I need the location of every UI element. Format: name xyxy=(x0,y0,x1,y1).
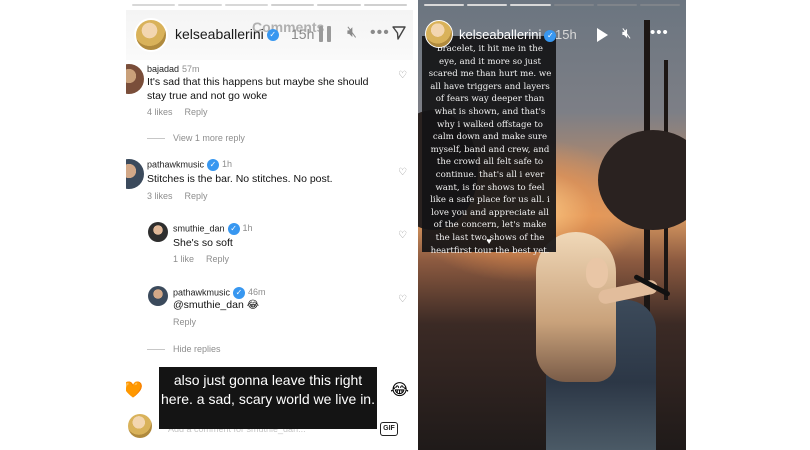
comment-item: bajadad 57m It's sad that this happens bu… xyxy=(126,60,413,150)
avatar xyxy=(128,414,152,438)
singer-face xyxy=(586,258,608,288)
left-story-panel: Comments kelseaballerini ✓ 15h 🔇︎ ••• baj… xyxy=(126,0,413,450)
view-replies-link[interactable]: View 1 more reply xyxy=(147,133,245,143)
progress-segment xyxy=(553,4,594,6)
like-heart-icon[interactable]: ♡ xyxy=(398,167,407,178)
right-story-panel: bracelet, it hit me in the eye, and it m… xyxy=(418,0,686,450)
reply-item: smuthie_dan ✓ 1h She's so soft 1 like Reply… xyxy=(126,218,413,268)
comment-meta: Reply xyxy=(173,317,196,327)
reply-button[interactable]: Reply xyxy=(173,317,196,327)
statement-text: bracelet, it hit me in the eye, and it m… xyxy=(428,44,552,256)
story-text-card: bracelet, it hit me in the eye, and it m… xyxy=(422,36,556,256)
story-caption: also just gonna leave this right here. a… xyxy=(159,367,377,429)
reply-item: pathawkmusic ✓ 46m @smuthie_dan 😂 Reply ♡ … xyxy=(126,282,413,362)
like-count[interactable]: 3 likes xyxy=(147,191,173,201)
story-header: Comments kelseaballerini ✓ 15h 🔇︎ ••• xyxy=(126,10,413,60)
heart-emoji: ♥ xyxy=(486,236,492,246)
more-options-icon[interactable]: ••• xyxy=(370,24,390,42)
hide-replies-link[interactable]: Hide replies xyxy=(147,344,221,354)
background-tree xyxy=(598,130,686,230)
comment-meta: 3 likes Reply xyxy=(147,191,208,201)
story-time: 15h xyxy=(555,27,577,42)
verified-icon: ✓ xyxy=(266,29,279,42)
comment-item: pathawkmusic ✓ 1h Stitches is the bar. No … xyxy=(126,155,413,210)
progress-segment xyxy=(224,4,268,6)
comment-text: @smuthie_dan 😂 xyxy=(173,299,259,311)
avatar[interactable] xyxy=(126,159,144,189)
pause-icon[interactable] xyxy=(318,26,332,42)
avatar[interactable] xyxy=(148,286,168,306)
like-heart-icon[interactable]: ♡ xyxy=(398,294,407,305)
gif-button[interactable]: GIF xyxy=(380,422,398,436)
story-progress-bar xyxy=(424,4,681,7)
mute-icon[interactable]: 🔇︎ xyxy=(347,24,357,42)
progress-segment xyxy=(132,4,176,6)
avatar[interactable] xyxy=(425,20,453,48)
play-icon[interactable] xyxy=(597,28,608,42)
comment-username[interactable]: bajadad 57m xyxy=(147,64,200,74)
comment-username[interactable]: smuthie_dan ✓ 1h xyxy=(173,223,253,235)
laugh-emoji-reaction[interactable]: 😂 xyxy=(390,380,409,400)
progress-segment xyxy=(363,4,407,6)
progress-segment xyxy=(510,4,551,6)
comment-text: It's sad that this happens but maybe she… xyxy=(147,76,369,102)
progress-segment xyxy=(317,4,361,6)
avatar[interactable] xyxy=(148,222,168,242)
reply-button[interactable]: Reply xyxy=(185,107,208,117)
comment-meta: 1 like Reply xyxy=(173,254,229,264)
story-time: 15h xyxy=(291,26,315,42)
screenshot-stage: Comments kelseaballerini ✓ 15h 🔇︎ ••• baj… xyxy=(0,0,810,450)
story-header: kelseaballerini ✓ 15h 🔇︎ ••• xyxy=(418,10,686,54)
avatar[interactable] xyxy=(126,64,144,94)
heart-emoji-reaction[interactable]: 🧡 xyxy=(126,380,143,400)
reply-button[interactable]: Reply xyxy=(185,191,208,201)
comment-text: Stitches is the bar. No stitches. No pos… xyxy=(147,173,333,185)
comment-text: She's so soft xyxy=(173,237,233,249)
story-username[interactable]: kelseaballerini ✓ xyxy=(459,27,557,42)
progress-segment xyxy=(178,4,222,6)
progress-segment xyxy=(424,4,465,6)
progress-segment xyxy=(467,4,508,6)
like-heart-icon[interactable]: ♡ xyxy=(398,230,407,241)
verified-icon: ✓ xyxy=(227,223,240,235)
verified-icon: ✓ xyxy=(207,159,220,171)
username-text: kelseaballerini xyxy=(175,26,264,42)
story-username[interactable]: kelseaballerini ✓ xyxy=(175,26,279,42)
more-options-icon[interactable]: ••• xyxy=(650,24,669,41)
mute-icon[interactable]: 🔇︎ xyxy=(622,25,631,42)
send-icon[interactable] xyxy=(392,26,406,40)
like-count[interactable]: 4 likes xyxy=(147,107,173,117)
comment-username[interactable]: pathawkmusic ✓ 1h xyxy=(147,159,232,171)
story-progress-bar xyxy=(132,4,407,7)
comment-meta: 4 likes Reply xyxy=(147,107,208,117)
avatar[interactable] xyxy=(134,18,168,52)
reply-button[interactable]: Reply xyxy=(206,254,229,264)
progress-segment xyxy=(639,4,681,6)
progress-segment xyxy=(270,4,315,6)
like-heart-icon[interactable]: ♡ xyxy=(398,70,407,81)
progress-segment xyxy=(596,4,637,6)
username-text: kelseaballerini xyxy=(459,27,542,42)
like-count[interactable]: 1 like xyxy=(173,254,194,264)
